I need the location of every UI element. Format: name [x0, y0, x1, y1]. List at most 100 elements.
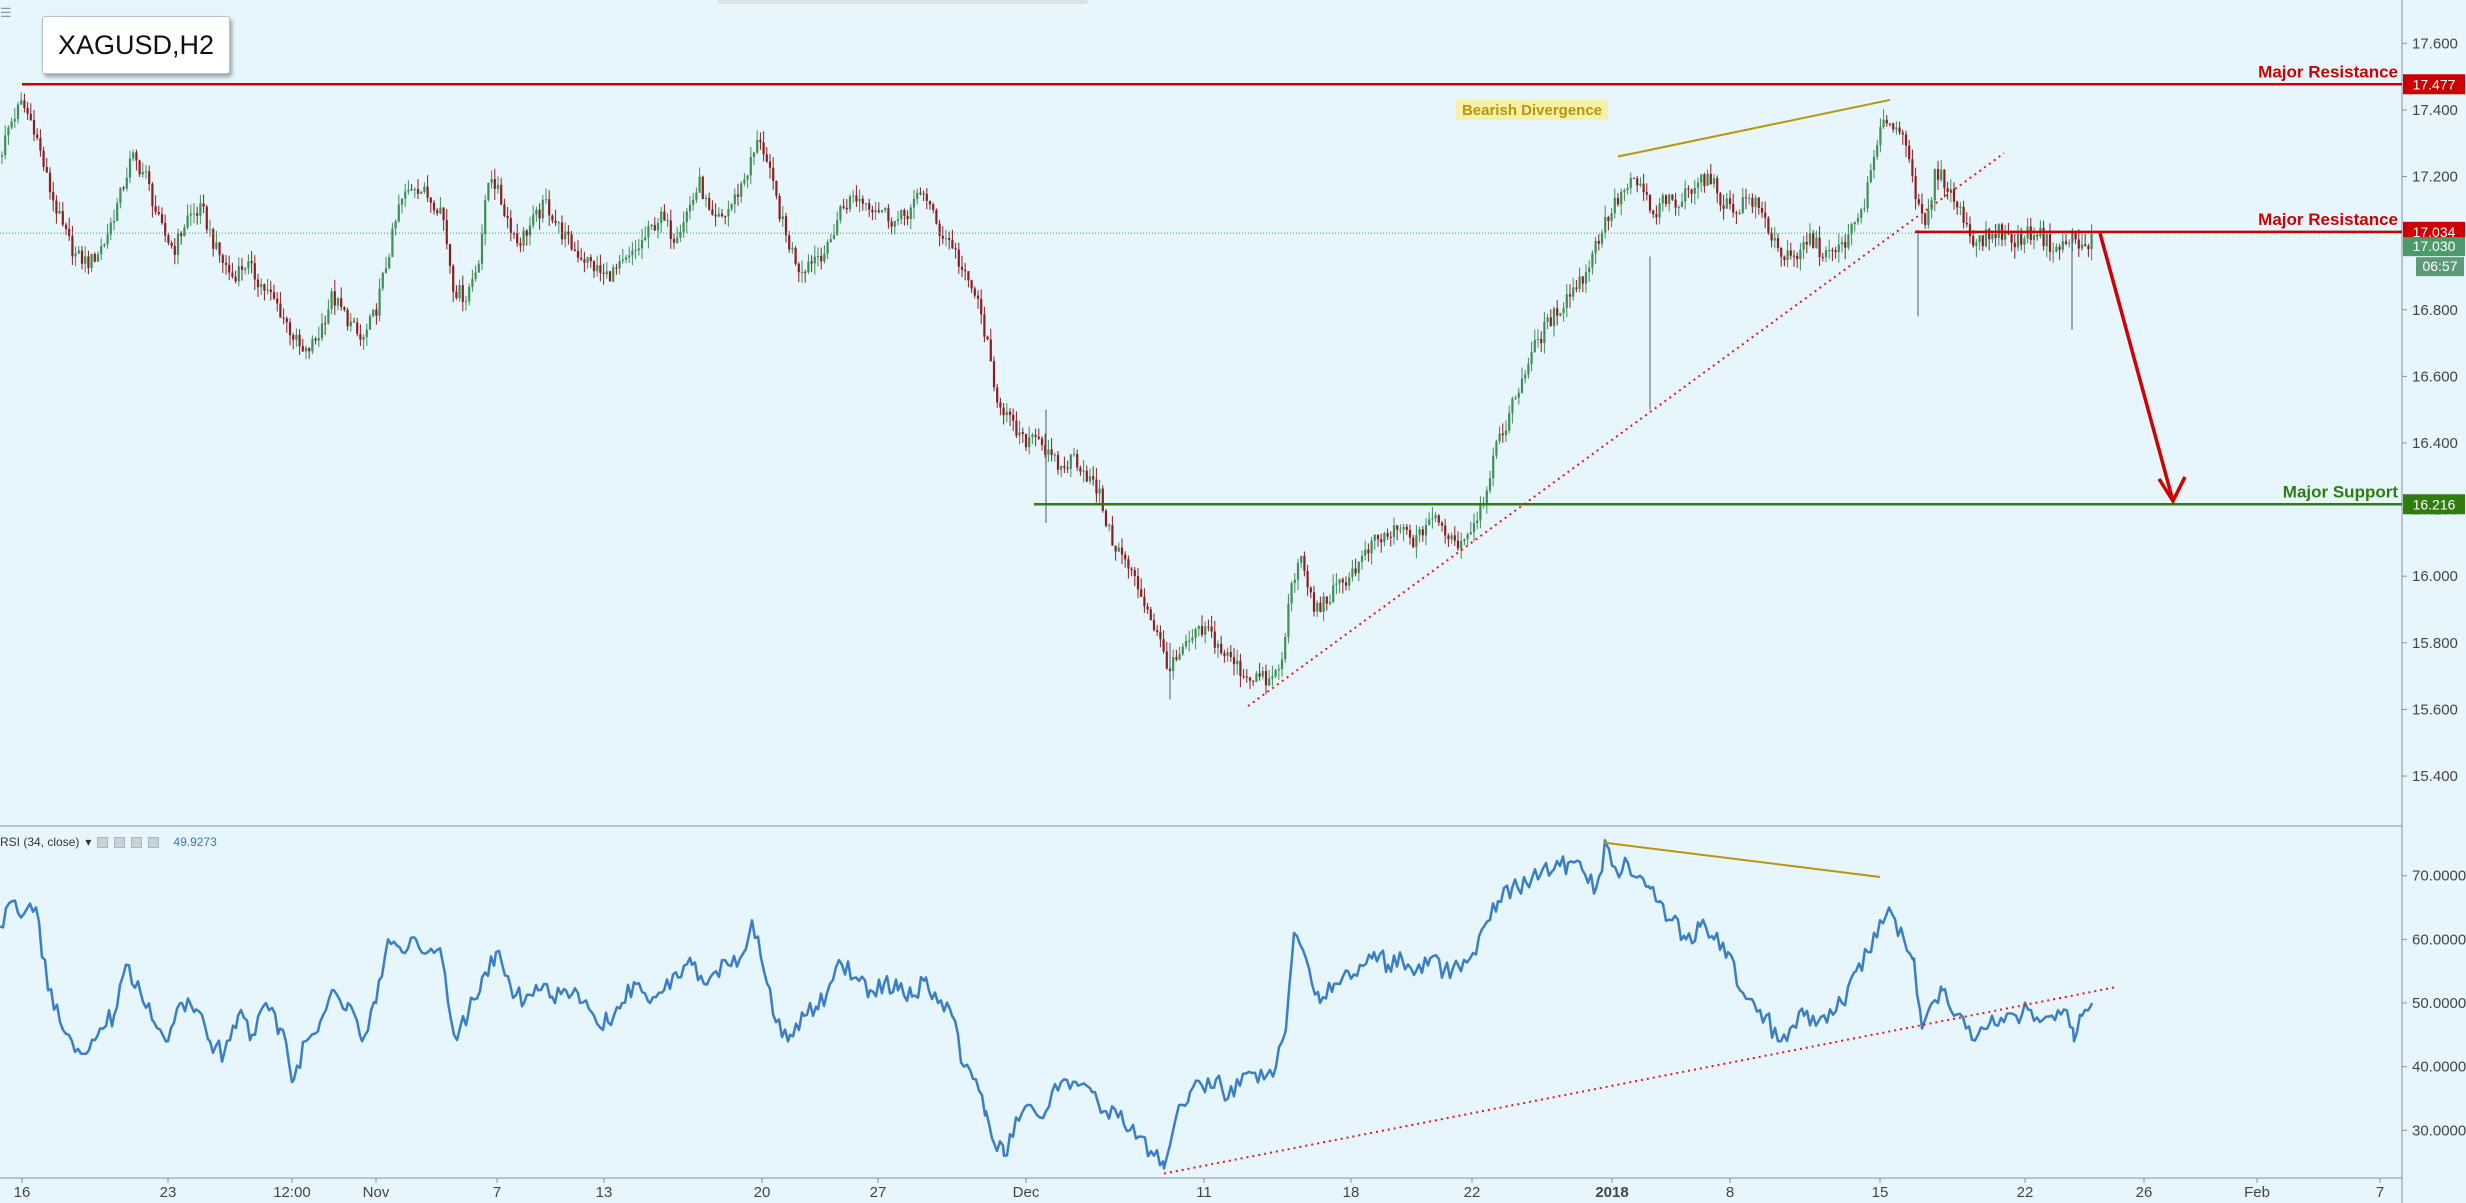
candle-body — [448, 244, 452, 266]
rsi-tick-label: 40.0000 — [2412, 1059, 2466, 1076]
candle-body — [1991, 233, 1994, 240]
candle-body — [848, 196, 852, 210]
candle-body — [301, 346, 304, 352]
candle-body — [1162, 639, 1165, 652]
candle-body — [1335, 583, 1338, 586]
candle-body — [944, 238, 948, 240]
candle-body — [1316, 602, 1319, 612]
candle-body — [797, 263, 800, 273]
candle-body — [1428, 519, 1431, 526]
rsi-value: 49.9273 — [173, 835, 217, 849]
chart-canvas[interactable]: 15.40015.60015.80016.00016.20016.40016.6… — [0, 0, 2466, 1203]
candle-body — [1280, 659, 1284, 670]
candle-body — [381, 272, 384, 289]
candle-body — [2045, 234, 2048, 247]
candle-body — [1562, 308, 1565, 314]
candle-body — [1418, 529, 1421, 536]
candle-body — [1783, 256, 1786, 261]
candle-body — [1796, 255, 1799, 260]
candle-body — [1504, 430, 1508, 436]
candle-body — [1767, 217, 1770, 234]
candle-body — [32, 119, 36, 135]
candle-body — [573, 249, 576, 251]
candle-body — [1479, 504, 1482, 521]
candle-body — [1636, 178, 1639, 186]
candle-body — [2084, 244, 2087, 246]
candle-body — [144, 171, 148, 173]
candle-body — [1898, 127, 1901, 133]
candle-body — [375, 309, 378, 316]
candle-body — [58, 210, 61, 214]
candle-body — [1748, 197, 1751, 199]
candle-body — [1159, 631, 1162, 640]
candle-body — [122, 187, 125, 189]
candle-body — [416, 189, 420, 194]
candle-body — [384, 268, 388, 273]
candle-body — [1325, 596, 1328, 604]
candle-body — [884, 208, 887, 211]
rsi-hide-icon[interactable] — [97, 836, 109, 848]
candle-body — [996, 387, 999, 403]
rsi-tick-label: 70.0000 — [2412, 868, 2466, 885]
candle-body — [1533, 339, 1536, 352]
time-tick-label: 22 — [1464, 1184, 1481, 1201]
candle-body — [1223, 653, 1226, 656]
candle-body — [1623, 190, 1626, 192]
candle-body — [1444, 525, 1447, 536]
candle-body — [1053, 454, 1056, 456]
candle-body — [535, 209, 538, 215]
candle-body — [452, 265, 455, 292]
candle-body — [42, 150, 45, 168]
candle-body — [493, 179, 496, 189]
candle-body — [1264, 671, 1268, 686]
candle-body — [756, 139, 759, 153]
candle-body — [989, 339, 992, 362]
candle-body — [1728, 198, 1732, 204]
candle-body — [1082, 470, 1085, 472]
candle-body — [1069, 454, 1072, 469]
candle-body — [173, 245, 176, 255]
candle-body — [519, 243, 522, 246]
candle-body — [1581, 276, 1584, 284]
candle-body — [1248, 677, 1252, 681]
time-tick-label: 20 — [754, 1184, 771, 1201]
candle-body — [868, 203, 871, 210]
candle-body — [36, 134, 39, 138]
candle-body — [311, 338, 314, 352]
menu-icon[interactable]: ☰ — [0, 6, 12, 19]
rsi-settings-icon[interactable] — [114, 836, 126, 848]
candle-body — [1092, 476, 1095, 480]
candle-body — [1674, 199, 1677, 208]
candle-body — [922, 193, 925, 195]
candle-body — [736, 194, 740, 197]
candle-body — [618, 261, 621, 269]
candle-body — [1655, 214, 1658, 218]
time-tick-label: 7 — [2376, 1184, 2384, 1201]
rsi-caret-icon[interactable]: ▾ — [85, 835, 91, 849]
candle-body — [2013, 242, 2016, 248]
candle-body — [1530, 351, 1533, 364]
time-tick-label: Nov — [363, 1184, 390, 1201]
rsi-more-icon[interactable] — [131, 836, 143, 848]
time-tick-label: Feb — [2244, 1184, 2270, 1201]
candle-body — [919, 192, 922, 194]
candle-body — [368, 316, 372, 330]
candle-body — [1495, 441, 1498, 456]
top-toolbar-tab[interactable] — [718, 0, 1088, 4]
candle-body — [1239, 660, 1242, 676]
candle-body — [1831, 250, 1834, 252]
candle-body — [1799, 249, 1802, 260]
candle-body — [717, 213, 720, 217]
candle-body — [1863, 208, 1866, 210]
candle-body — [279, 303, 282, 318]
candle-body — [935, 209, 938, 224]
candle-body — [1373, 534, 1376, 541]
candle-body — [1754, 197, 1757, 207]
candle-body — [1360, 555, 1364, 562]
rsi-close-icon[interactable] — [148, 836, 160, 848]
level-label: Major Support — [2283, 482, 2399, 501]
candle-body — [1744, 197, 1748, 199]
candle-body — [506, 215, 509, 219]
candle-body — [71, 236, 74, 257]
candle-body — [426, 186, 429, 198]
